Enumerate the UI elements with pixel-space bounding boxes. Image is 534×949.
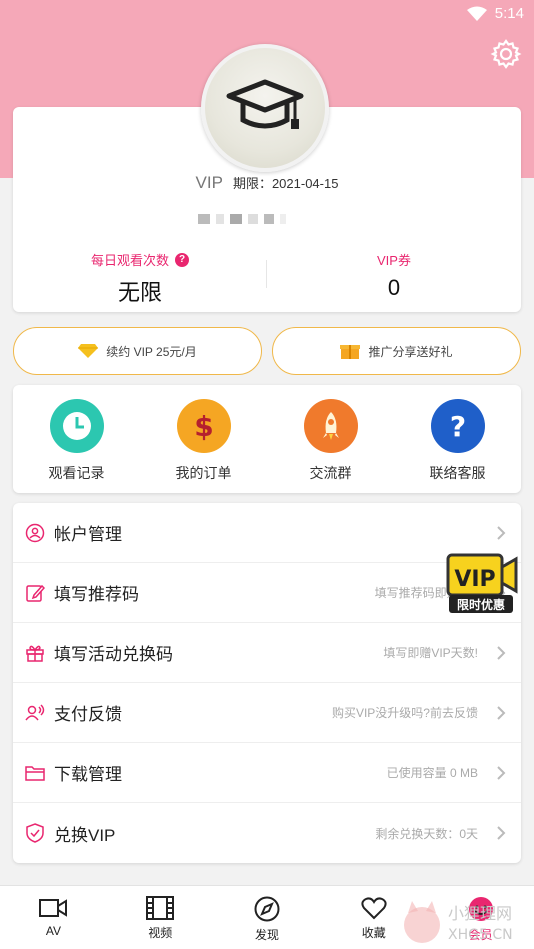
nickname-redacted [198,214,286,224]
question-icon: ? [430,399,485,453]
tab-label: 发现 [254,928,279,942]
vip-coupon-value: 0 [387,275,401,300]
tab-label: 收藏 [361,926,386,940]
folder-icon [25,766,45,781]
customer-service-label: 联络客服 [429,465,486,481]
menu-hint: 已使用容量 0 MB [386,766,478,780]
compass-icon [254,896,280,922]
clock-icon [49,399,104,453]
wifi-icon [466,6,487,21]
menu-hint: 填写即赠VIP天数! [383,646,478,660]
settings-button[interactable] [490,38,522,70]
chevron-right-icon [497,826,506,840]
menu-label: 下载管理 [54,765,122,784]
feedback-icon [25,704,45,721]
community-group-button[interactable]: 交流群 [267,385,394,493]
my-orders-label: 我的订单 [175,465,232,481]
vip-coupon-label: VIP券 [377,253,411,268]
chevron-right-icon [497,646,506,660]
tab-label: 视频 [148,926,173,940]
diamond-icon [78,344,99,358]
vip-coupon-stat[interactable]: VIP券 0 [267,250,521,300]
svg-text:?: ? [449,410,465,443]
rocket-icon [303,399,358,453]
graduation-cap-icon [226,79,304,129]
daily-views-value: 无限 [117,280,162,305]
vip-promo-badge[interactable]: VIP 限时优惠 [446,553,518,615]
bottom-tab-bar: AV 视频 发现 收藏 会员 [0,885,534,949]
chevron-right-icon [497,526,506,540]
vip-badge-title: VIP [454,567,495,592]
avatar[interactable] [201,44,329,172]
community-group-label: 交流群 [309,465,352,481]
menu-label: 帐户管理 [54,525,122,544]
customer-service-button[interactable]: ? 联络客服 [394,385,521,493]
menu-redeem-vip[interactable]: 兑换VIP 剩余兑换天数：0天 [13,803,521,863]
heart-icon [361,897,387,920]
menu-redeem-code[interactable]: 填写活动兑换码 填写即赠VIP天数! [13,623,521,683]
tab-label: 会员 [468,928,493,942]
tab-label: AV [45,924,61,938]
member-face-icon [468,897,493,921]
tab-av[interactable]: AV [0,886,107,949]
menu-account-management[interactable]: 帐户管理 [13,503,521,563]
menu-download-management[interactable]: 下载管理 已使用容量 0 MB [13,743,521,803]
renew-vip-button[interactable]: 续约 VIP 25元/月 [13,327,262,375]
watch-history-label: 观看记录 [48,465,105,481]
video-camera-icon [39,899,68,917]
menu-label: 填写推荐码 [54,585,139,604]
settings-menu: 帐户管理 填写推荐码 填写推荐码即赠VIP 填写活动兑换码 填写即赠VIP天数!… [13,503,521,863]
status-bar: 5:14 [0,0,534,30]
user-icon [25,523,45,543]
tab-favorites[interactable]: 收藏 [320,886,427,949]
film-icon [146,896,175,920]
gear-icon [490,39,522,69]
share-gift-label: 推广分享送好礼 [368,344,453,359]
watch-history-button[interactable]: 观看记录 [13,385,140,493]
dollar-icon: $ [176,399,231,453]
edit-icon [26,584,45,602]
menu-referral-code[interactable]: 填写推荐码 填写推荐码即赠VIP [13,563,521,623]
menu-hint: 购买VIP没升级吗?前去反馈 [331,706,478,720]
stats-divider [266,260,267,288]
chevron-right-icon [497,766,506,780]
menu-payment-feedback[interactable]: 支付反馈 购买VIP没升级吗?前去反馈 [13,683,521,743]
vip-label: VIP [195,173,223,192]
vip-badge-subtitle: 限时优惠 [457,597,505,612]
menu-label: 兑换VIP [54,825,116,845]
menu-label: 填写活动兑换码 [54,645,173,664]
vip-expire-date: 期限：2021-04-15 [232,176,339,191]
menu-hint: 剩余兑换天数：0天 [375,826,478,841]
svg-text:$: $ [194,410,213,443]
tab-video[interactable]: 视频 [107,886,214,949]
tab-member[interactable]: 会员 [427,886,534,949]
gift-icon [26,645,44,662]
share-gift-button[interactable]: 推广分享送好礼 [272,327,521,375]
clock-time: 5:14 [494,5,524,22]
quick-actions: 观看记录 $ 我的订单 交流群 ? 联络客服 [13,385,521,493]
tab-discover[interactable]: 发现 [214,886,321,949]
chevron-right-icon [497,706,506,720]
my-orders-button[interactable]: $ 我的订单 [140,385,267,493]
shield-icon [26,823,44,843]
renew-vip-label: 续约 VIP 25元/月 [106,344,197,359]
help-icon[interactable]: ? [175,252,189,267]
gift-box-icon [340,345,361,359]
menu-label: 支付反馈 [54,705,122,724]
daily-views-label: 每日观看次数 [90,253,169,268]
daily-views-stat[interactable]: 每日观看次数 ? 无限 [13,250,267,305]
